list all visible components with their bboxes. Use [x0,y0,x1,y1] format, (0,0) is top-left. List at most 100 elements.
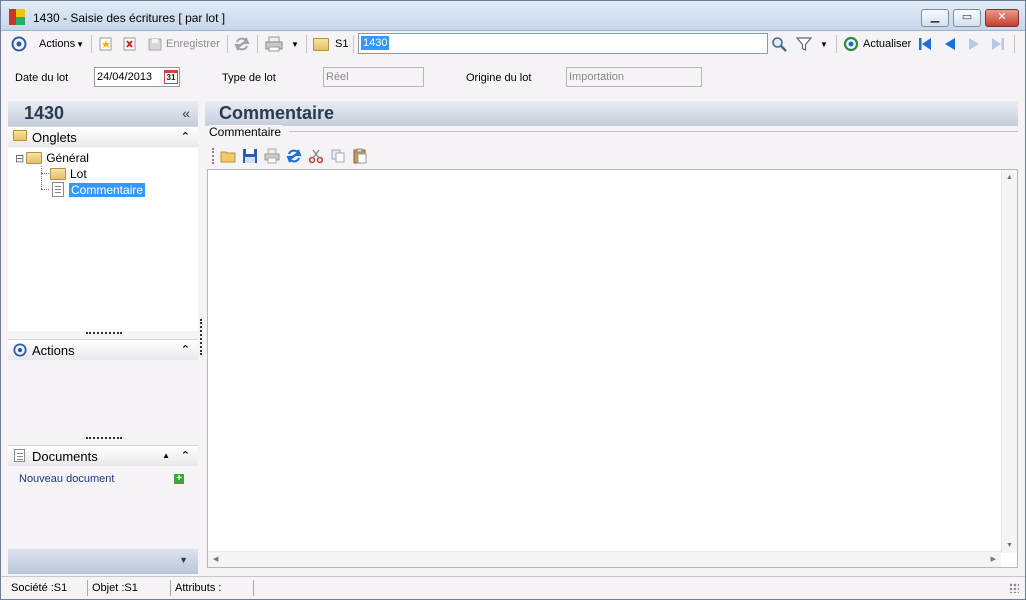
magnifier-icon [772,37,787,52]
horizontal-scrollbar[interactable]: ◀ ▶ [208,551,1001,567]
next-record-button[interactable] [966,35,982,53]
tree-node-general[interactable]: ⊟ Général [15,151,89,165]
panel-header: 1430 « [8,101,198,126]
search-button[interactable] [771,35,787,53]
splitter-grip[interactable] [86,437,122,439]
filter-button[interactable]: ▼ [796,35,828,53]
group-box-label: Commentaire [209,125,284,139]
close-button[interactable]: ✕ [985,9,1019,27]
maximize-button[interactable]: ▭ [953,9,981,27]
paste-icon[interactable] [352,148,368,164]
tree-node-label: Commentaire [69,182,146,197]
scroll-right-arrow-icon[interactable]: ▶ [991,555,996,563]
first-icon [919,38,931,50]
open-file-icon[interactable] [220,148,236,164]
tabs-tree: ⊟ Général Lot Commentaire [8,148,198,331]
dropdown-arrow-icon: ▼ [291,39,299,49]
documents-icon [14,449,25,462]
previous-record-button[interactable] [942,35,958,53]
tree-expander-icon[interactable]: ⊟ [15,152,24,165]
scroll-down-arrow-icon[interactable]: ▼ [1006,542,1013,549]
add-document-icon[interactable]: + [174,474,184,484]
tabs-section-header[interactable]: Onglets ⌃ [8,126,198,147]
last-icon [992,38,1004,50]
sync-icon [234,37,250,51]
refresh-icon [843,36,859,52]
filter-icon [796,37,812,51]
new-document-link[interactable]: Nouveau document [19,473,114,485]
collapse-section-icon[interactable]: ⌃ [181,130,190,143]
date-label: Date du lot [15,72,69,84]
panel-footer: ▼ [8,549,198,574]
save-icon [148,38,162,51]
sync-icon[interactable] [286,148,302,164]
group-box-border [289,131,1018,132]
refresh-label: Actualiser [863,38,912,50]
save-button[interactable]: Enregistrer [147,35,220,53]
save-icon[interactable] [242,148,258,164]
tree-node-label: Lot [70,167,87,181]
type-label: Type de lot [222,72,276,84]
delete-icon [123,37,136,51]
panel-title: 1430 [24,103,65,123]
status-company: Société :S1 [8,580,88,596]
actions-section-header[interactable]: Actions ⌃ [8,339,198,360]
splitter-grip[interactable] [86,332,122,334]
printer-icon [265,36,283,52]
tabs-section-title: Onglets [32,130,77,145]
minimize-button[interactable]: ▁ [921,9,949,27]
new-document-icon [99,37,112,51]
toolbar-separator [1014,35,1015,53]
expand-down-icon[interactable]: ▼ [179,555,188,565]
delete-record-button[interactable] [122,35,138,53]
previous-icon [945,38,955,50]
cut-icon[interactable] [308,148,324,164]
scroll-up-icon[interactable]: ▲ [162,451,170,460]
refresh-button[interactable]: Actualiser [843,35,911,53]
actions-list [8,361,198,436]
search-value[interactable]: 1430 [361,36,390,50]
tree-node-lot[interactable]: Lot [50,167,87,181]
navigation-panel: 1430 « Onglets ⌃ ⊟ Général Lot Commentai… [8,101,198,574]
type-field: Réel [323,67,424,87]
actions-menu-button[interactable]: Actions ▼ [39,35,84,53]
company-selector-button[interactable]: S1 [313,35,348,53]
toolbar-separator [836,35,837,53]
search-field[interactable]: 1430 [358,33,768,54]
collapse-section-icon[interactable]: ⌃ [181,343,190,356]
print-button[interactable]: ▼ [265,35,299,53]
scroll-up-arrow-icon[interactable]: ▲ [1006,174,1013,181]
documents-section-header[interactable]: Documents ▲ ⌃ [8,445,198,466]
document-icon [52,182,64,197]
content-header: Commentaire [205,101,1018,126]
toolbar-separator [306,35,307,53]
last-record-button[interactable] [990,35,1006,53]
printer-icon[interactable] [264,148,280,164]
collapse-panel-button[interactable]: « [182,105,190,121]
panel-splitter[interactable] [200,319,202,355]
resize-grip-icon[interactable] [1009,583,1019,593]
main-toolbar: Actions ▼ Enregistrer ▼ S1 1430 ▼ Actual… [1,31,1025,57]
new-record-button[interactable] [98,35,114,53]
company-label: S1 [335,38,349,50]
actions-section-title: Actions [32,343,75,358]
sync-button[interactable] [234,35,250,53]
vertical-scrollbar[interactable]: ▲ ▼ [1001,170,1017,553]
calendar-icon[interactable]: 31 [164,70,178,84]
date-field[interactable]: 24/04/2013 31 [94,67,180,87]
toolbar-separator [353,35,354,53]
actions-circle-icon[interactable] [11,35,27,53]
collapse-section-icon[interactable]: ⌃ [181,449,190,462]
actions-menu-label: Actions [39,38,76,50]
scroll-left-arrow-icon[interactable]: ◀ [213,555,218,563]
folder-icon [13,130,27,141]
origin-field: Importation [566,67,702,87]
origin-label: Origine du lot [466,72,532,84]
first-record-button[interactable] [917,35,933,53]
comment-editor[interactable]: ▲ ▼ ◀ ▶ [207,169,1018,568]
actions-circle-icon [13,343,27,357]
copy-icon[interactable] [330,148,346,164]
editor-toolbar [212,146,368,166]
tree-node-commentaire[interactable]: Commentaire [52,182,146,197]
date-value: 24/04/2013 [97,71,153,83]
